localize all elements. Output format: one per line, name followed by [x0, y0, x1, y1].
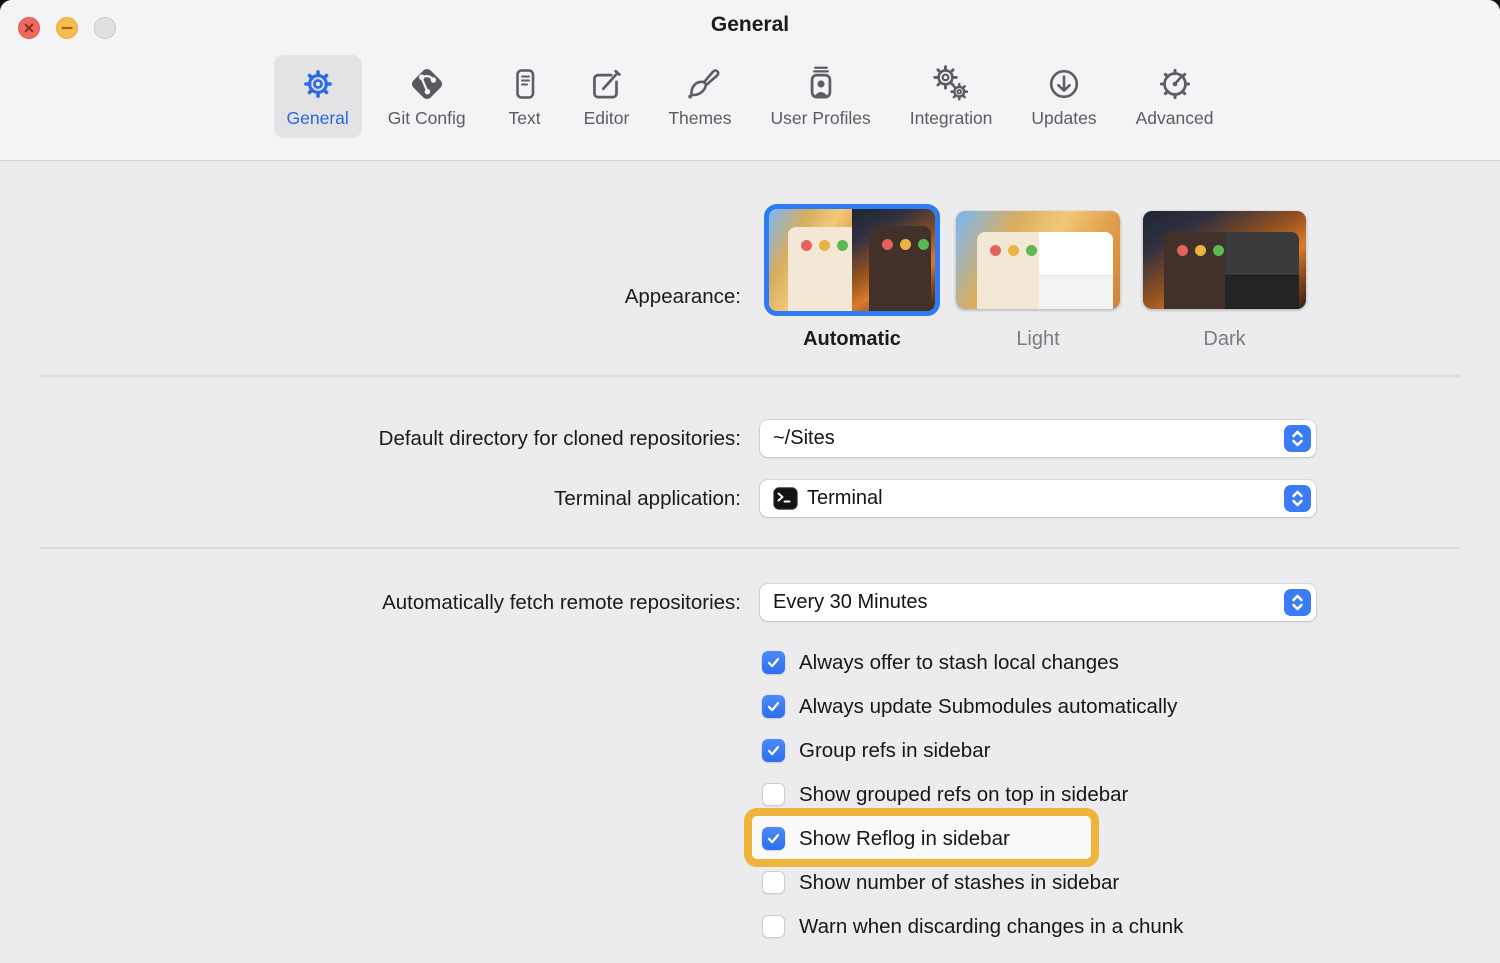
tab-text[interactable]: Text — [492, 55, 558, 138]
auto-fetch-select[interactable]: Every 30 Minutes — [760, 584, 1316, 621]
checkbox-row-show-reflog: Show Reflog in sidebar — [762, 826, 1010, 851]
tab-label: Themes — [668, 108, 731, 129]
tab-git-config[interactable]: Git Config — [375, 55, 479, 138]
checkbox-label[interactable]: Always offer to stash local changes — [799, 651, 1119, 675]
download-circle-icon — [1043, 60, 1085, 108]
appearance-option-dark[interactable] — [1143, 211, 1306, 309]
user-card-icon — [800, 60, 842, 108]
select-value: Terminal — [807, 487, 883, 510]
terminal-application-select[interactable]: Terminal — [760, 480, 1316, 517]
tab-label: General — [287, 108, 349, 129]
advanced-gear-icon — [1153, 60, 1197, 108]
tab-advanced[interactable]: Advanced — [1123, 55, 1227, 138]
checkbox-label[interactable]: Warn when discarding changes in a chunk — [799, 915, 1183, 939]
select-value: Every 30 Minutes — [773, 591, 928, 614]
appearance-label: Appearance: — [625, 284, 741, 309]
select-value: ~/Sites — [773, 427, 835, 450]
gear-icon — [297, 60, 339, 108]
tab-label: User Profiles — [771, 108, 871, 129]
checkbox-unchecked[interactable] — [762, 783, 785, 806]
titlebar: General General — [0, 0, 1500, 161]
separator — [40, 375, 1460, 377]
window-title: General — [0, 13, 1500, 37]
git-logo-icon — [405, 60, 449, 108]
appearance-option-light[interactable] — [956, 211, 1120, 309]
checkbox-unchecked[interactable] — [762, 871, 785, 894]
stepper-chevrons-icon[interactable] — [1284, 589, 1311, 616]
stepper-chevrons-icon[interactable] — [1284, 425, 1311, 452]
tab-user-profiles[interactable]: User Profiles — [758, 55, 884, 138]
checkbox-row-stash-count: Show number of stashes in sidebar — [762, 870, 1119, 895]
default-directory-select[interactable]: ~/Sites — [760, 420, 1316, 457]
terminal-application-label: Terminal application: — [554, 486, 741, 511]
tab-label: Git Config — [388, 108, 466, 129]
tab-updates[interactable]: Updates — [1018, 55, 1109, 138]
checkbox-label[interactable]: Always update Submodules automatically — [799, 695, 1177, 719]
edit-pencil-icon — [585, 60, 627, 108]
text-document-icon — [505, 60, 545, 108]
double-gear-icon — [929, 60, 973, 108]
tab-integration[interactable]: Integration — [897, 55, 1006, 138]
paintbrush-icon — [678, 60, 722, 108]
tab-label: Integration — [910, 108, 993, 129]
checkbox-checked[interactable] — [762, 739, 785, 762]
checkbox-row-stash: Always offer to stash local changes — [762, 650, 1119, 675]
terminal-app-icon — [773, 487, 798, 510]
tab-label: Editor — [584, 108, 630, 129]
checkbox-label[interactable]: Show number of stashes in sidebar — [799, 871, 1119, 895]
default-directory-label: Default directory for cloned repositorie… — [379, 426, 741, 451]
appearance-option-automatic[interactable] — [764, 204, 940, 316]
separator — [40, 547, 1460, 549]
tab-label: Text — [509, 108, 541, 129]
tab-label: Advanced — [1136, 108, 1214, 129]
auto-fetch-label: Automatically fetch remote repositories: — [382, 590, 741, 615]
checkbox-label[interactable]: Show grouped refs on top in sidebar — [799, 783, 1128, 807]
preferences-window: General General — [0, 0, 1500, 963]
checkbox-unchecked[interactable] — [762, 915, 785, 938]
tab-label: Updates — [1031, 108, 1096, 129]
tab-editor[interactable]: Editor — [571, 55, 643, 138]
stepper-chevrons-icon[interactable] — [1284, 485, 1311, 512]
checkbox-row-warn-discard: Warn when discarding changes in a chunk — [762, 914, 1183, 939]
appearance-label-automatic[interactable]: Automatic — [764, 328, 940, 351]
checkbox-label[interactable]: Show Reflog in sidebar — [799, 827, 1010, 851]
checkbox-checked[interactable] — [762, 827, 785, 850]
preferences-toolbar: General Git Config — [0, 55, 1500, 138]
appearance-label-light[interactable]: Light — [956, 328, 1120, 351]
checkbox-row-submodules: Always update Submodules automatically — [762, 694, 1177, 719]
tab-general[interactable]: General — [274, 55, 362, 138]
checkbox-row-grouped-refs-top: Show grouped refs on top in sidebar — [762, 782, 1128, 807]
checkbox-row-group-refs: Group refs in sidebar — [762, 738, 990, 763]
checkbox-checked[interactable] — [762, 695, 785, 718]
appearance-label-dark[interactable]: Dark — [1143, 328, 1306, 351]
checkbox-checked[interactable] — [762, 651, 785, 674]
checkbox-label[interactable]: Group refs in sidebar — [799, 739, 990, 763]
tab-themes[interactable]: Themes — [655, 55, 744, 138]
